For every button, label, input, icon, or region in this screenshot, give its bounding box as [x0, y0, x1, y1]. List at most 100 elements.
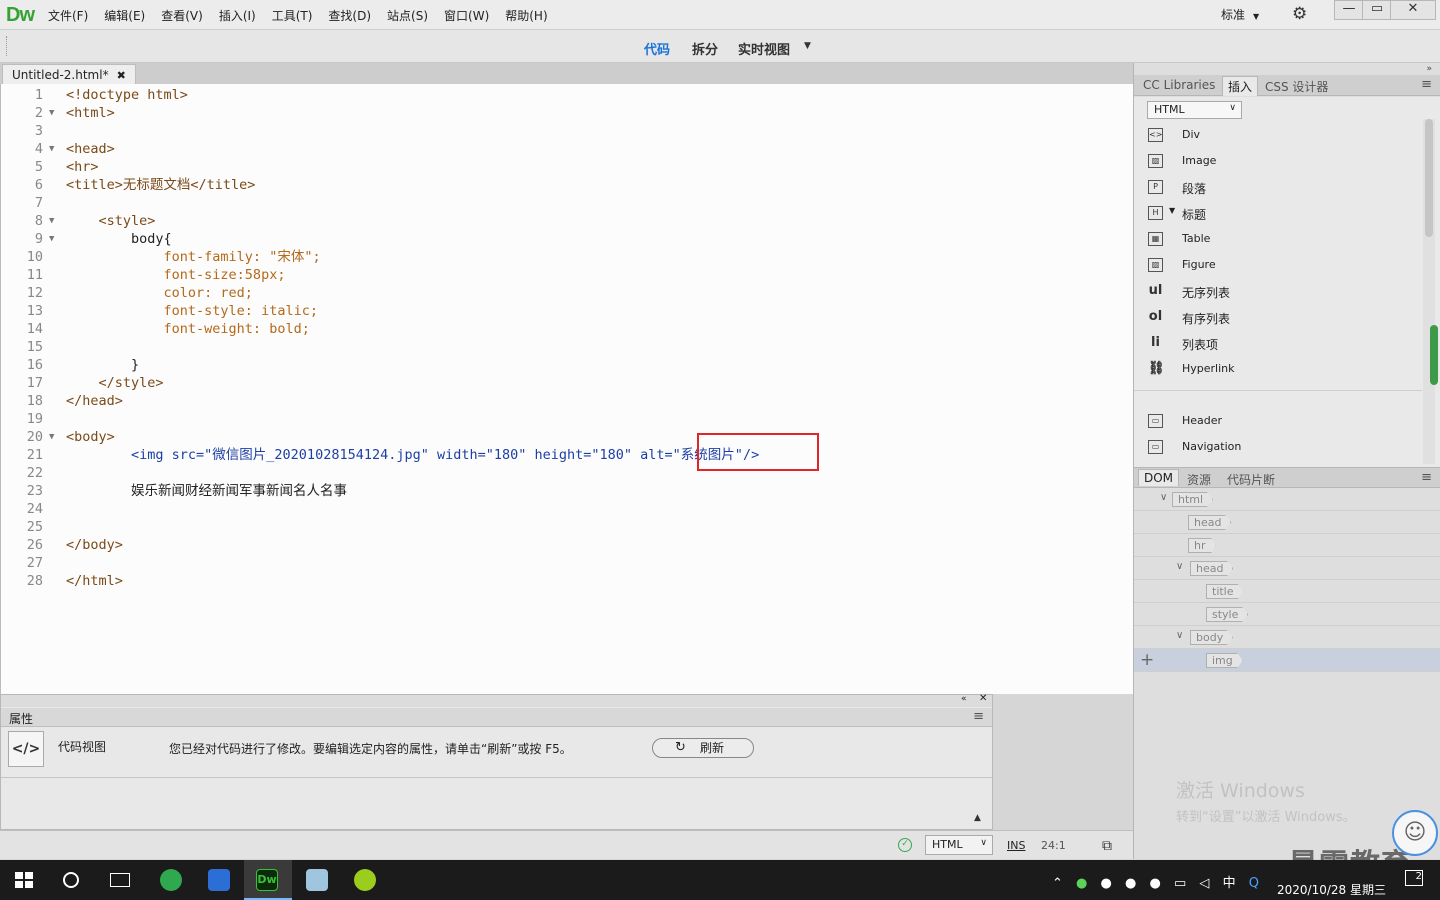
insert-item-ul[interactable]: ul 无序列表 [1148, 283, 1418, 301]
code-line[interactable]: 18 </head> [1, 392, 1131, 410]
code-line[interactable]: 23 娱乐新闻财经新闻军事新闻名人名事 [1, 482, 1131, 500]
menu-edit[interactable]: 编辑(E) [104, 7, 145, 24]
insert-item-image[interactable]: ▨ Image [1148, 153, 1418, 171]
code-line[interactable]: 11 font-size:58px; [1, 266, 1131, 284]
tab-snippets[interactable]: 代码片断 [1222, 470, 1280, 489]
dom-node-row[interactable]: ∨ head [1134, 557, 1440, 580]
chevron-down-icon[interactable]: ∨ [1176, 630, 1183, 641]
taskbar-app-browser[interactable] [148, 860, 196, 900]
tab-cc-libraries[interactable]: CC Libraries [1138, 77, 1220, 93]
dom-tag[interactable]: hr [1188, 538, 1216, 553]
menu-site[interactable]: 站点(S) [387, 7, 428, 24]
insert-panel-scrollbar[interactable] [1423, 119, 1435, 464]
close-tab-icon[interactable]: ✖ [117, 69, 126, 82]
tab-assets[interactable]: 资源 [1182, 470, 1216, 489]
code-view-button[interactable]: 代码 [644, 39, 670, 58]
tab-dom[interactable]: DOM [1138, 469, 1180, 486]
code-line[interactable]: 22 [1, 464, 1131, 482]
add-element-icon[interactable]: + [1140, 650, 1154, 670]
dom-tag[interactable]: img [1206, 653, 1243, 668]
check-icon[interactable]: ✓ [898, 838, 912, 852]
scroll-indicator[interactable] [1430, 325, 1438, 385]
fold-arrow-icon[interactable]: ▼ [49, 428, 54, 446]
insert-item-paragraph[interactable]: P 段落 [1148, 179, 1418, 197]
volume-icon[interactable]: ◁ [1199, 876, 1209, 891]
code-line[interactable]: 21 <img src="微信图片_20201028154124.jpg" wi… [1, 446, 1131, 464]
insert-item-figure[interactable]: ▨ Figure [1148, 257, 1418, 275]
split-view-button[interactable]: 拆分 [692, 39, 718, 58]
insert-item-table[interactable]: ▦ Table [1148, 231, 1418, 249]
dom-node-row-selected[interactable]: + img [1134, 649, 1440, 672]
code-line[interactable]: 5 <hr> [1, 158, 1131, 176]
code-line[interactable]: 28 </html> [1, 572, 1131, 590]
panel-menu-icon[interactable]: ≡ [1421, 470, 1432, 485]
refresh-button[interactable]: ↻ 刷新 [652, 738, 754, 758]
menu-insert[interactable]: 插入(I) [219, 7, 256, 24]
document-type-select[interactable]: HTML ∨ [925, 835, 993, 855]
code-line[interactable]: 9 ▼ body{ [1, 230, 1131, 248]
chevron-up-icon[interactable]: ⌃ [1052, 876, 1063, 891]
insert-item-li[interactable]: li 列表项 [1148, 335, 1418, 353]
panel-menu-icon[interactable]: ≡ [973, 709, 984, 724]
code-line[interactable]: 7 [1, 194, 1131, 212]
code-line[interactable]: 27 [1, 554, 1131, 572]
ime-indicator[interactable]: 中 [1223, 876, 1236, 891]
menu-help[interactable]: 帮助(H) [505, 7, 547, 24]
notification-bell-icon[interactable]: ● [1150, 876, 1161, 891]
code-editor[interactable]: 1 <!doctype html> 2 ▼ <html> 3 4 ▼ <head> 5 <h… [0, 84, 1133, 694]
dom-node-row[interactable]: title [1134, 580, 1440, 603]
collapse-icon[interactable]: » [1426, 64, 1432, 74]
code-line[interactable]: 26 </body> [1, 536, 1131, 554]
code-line[interactable]: 8 ▼ <style> [1, 212, 1131, 230]
close-icon[interactable]: ✕ [979, 693, 987, 704]
dom-node-row[interactable]: ∨ body [1134, 626, 1440, 649]
minimize-button[interactable]: — [1334, 0, 1364, 20]
clock[interactable]: 2020/10/28 星期三 [1277, 881, 1386, 898]
dom-tag[interactable]: head [1188, 515, 1232, 530]
dom-node-row[interactable]: ∨ html [1134, 488, 1440, 511]
insert-mode-indicator[interactable]: INS [1007, 839, 1025, 852]
insert-item-hyperlink[interactable]: ⛓ Hyperlink [1148, 361, 1418, 379]
code-line[interactable]: 14 font-weight: bold; [1, 320, 1131, 338]
expand-arrow-icon[interactable]: ▼ [1169, 206, 1175, 215]
dom-node-row[interactable]: hr [1134, 534, 1440, 557]
dom-tag[interactable]: style [1206, 607, 1249, 622]
chevron-down-icon[interactable]: ∨ [1160, 492, 1167, 503]
view-menu-chevron-icon[interactable]: ▼ [804, 41, 811, 51]
insert-item-div[interactable]: <> Div [1148, 127, 1418, 145]
dom-node-row[interactable]: head [1134, 511, 1440, 534]
tab-css-designer[interactable]: CSS 设计器 [1260, 77, 1333, 96]
dom-tag[interactable]: head [1190, 561, 1234, 576]
search-icon[interactable] [63, 872, 79, 888]
qq-icon[interactable]: ● [1101, 876, 1112, 891]
task-view-icon[interactable] [110, 873, 130, 887]
fold-arrow-icon[interactable]: ▼ [49, 212, 54, 230]
qq-input-icon[interactable]: Q [1249, 876, 1259, 891]
close-window-button[interactable]: ✕ [1390, 0, 1436, 20]
expand-arrow-icon[interactable]: ▲ [974, 813, 981, 823]
dom-tag[interactable]: body [1190, 630, 1234, 645]
fold-arrow-icon[interactable]: ▼ [49, 140, 54, 158]
tab-insert[interactable]: 插入 [1222, 76, 1259, 96]
insert-category-select[interactable]: HTML ∨ [1147, 101, 1242, 119]
mascot-icon[interactable]: ☺ [1392, 810, 1438, 856]
taskbar-app-wps[interactable] [196, 860, 244, 900]
code-line[interactable]: 10 font-family: "宋体"; [1, 248, 1131, 266]
code-line[interactable]: 1 <!doctype html> [1, 86, 1131, 104]
code-line[interactable]: 20 ▼ <body> [1, 428, 1131, 446]
insert-item-heading[interactable]: H ▼ 标题 [1148, 205, 1418, 223]
scrollbar-thumb[interactable] [1425, 119, 1433, 237]
taskbar-app-notepad[interactable] [294, 860, 342, 900]
action-center-icon[interactable]: 2 [1405, 870, 1423, 886]
panel-menu-icon[interactable]: ≡ [1421, 77, 1432, 92]
taskbar-app-dreamweaver[interactable]: Dw [244, 860, 292, 900]
properties-tab[interactable]: 属性 [1, 708, 992, 727]
menu-find[interactable]: 查找(D) [328, 7, 371, 24]
dom-tag[interactable]: html [1172, 492, 1214, 507]
workspace-switcher[interactable]: 标准 ▼ [1221, 6, 1259, 23]
collapse-icon[interactable]: « [961, 694, 967, 704]
code-line[interactable]: 4 ▼ <head> [1, 140, 1131, 158]
code-line[interactable]: 16 } [1, 356, 1131, 374]
code-line[interactable]: 19 [1, 410, 1131, 428]
code-line[interactable]: 13 font-style: italic; [1, 302, 1131, 320]
